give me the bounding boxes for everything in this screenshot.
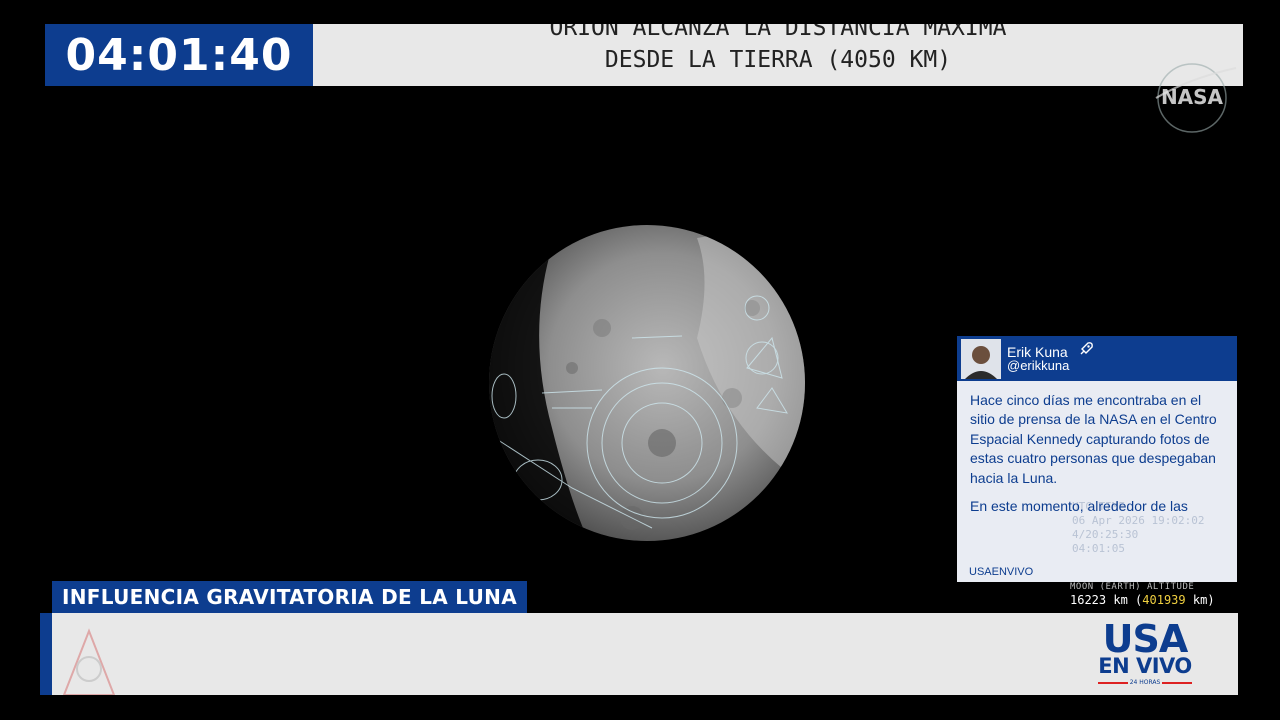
tweet-header: Erik Kuna @erikkuna (957, 336, 1237, 381)
telemetry-moon-altitude: 16223 (1070, 593, 1107, 607)
telemetry-label: MOON (EARTH) ALTITUDE (1070, 582, 1195, 592)
usa-en-vivo-logo: USA EN VIVO 24 HORAS (1090, 620, 1200, 690)
tweet-paragraph: Hace cinco días me encontraba en el siti… (970, 392, 1217, 486)
tweet-card: UTC TIME 06 Apr 2026 19:02:02 4/20:25:30… (957, 336, 1237, 582)
background-telemetry-line: 4/20:25:30 (1072, 528, 1139, 541)
telemetry-readout: MOON (EARTH) ALTITUDE 16223 km (401939 k… (1070, 582, 1215, 607)
top-banner: 04:01:40 ORION ALCANZA LA DISTANCIA MAXI… (45, 24, 1243, 86)
lower-third-label: INFLUENCIA GRAVITATORIA DE LA LUNA (52, 581, 527, 613)
telemetry-unit: km (1113, 593, 1128, 607)
lower-third-bar (40, 613, 1238, 696)
telemetry-unit: km (1192, 593, 1208, 607)
brand-line-1: USA (1102, 617, 1189, 661)
moon-image (482, 218, 812, 548)
tweet-body: Hace cinco días me encontraba en el siti… (970, 391, 1228, 525)
lower-third-accent (40, 613, 52, 695)
tweet-paragraph: En este momento, alrededor de las (970, 498, 1188, 515)
tweet-source: USAENVIVO (969, 566, 1034, 578)
headline-line-2: DESDE LA TIERRA (4050 KM) (604, 47, 952, 73)
headline: ORION ALCANZA LA DISTANCIA MAXIMA DESDE … (313, 24, 1243, 86)
telemetry-earth-altitude: 401939 (1142, 593, 1186, 607)
brand-line-2: EN VIVO (1098, 654, 1192, 678)
avatar (961, 339, 1001, 379)
nasa-logo: NASA (1150, 58, 1238, 138)
background-telemetry-line: 04:01:05 (1072, 542, 1125, 555)
mission-clock: 04:01:40 (65, 29, 293, 81)
tweet-author-handle: @erikkuna (1007, 358, 1070, 373)
telemetry-value: 16223 km (401939 km) (1070, 593, 1215, 607)
nasa-wordmark: NASA (1161, 85, 1224, 109)
headline-line-1: ORION ALCANZA LA DISTANCIA MAXIMA (549, 24, 1007, 41)
brand-line-3: 24 HORAS (1090, 679, 1200, 686)
mission-clock-box: 04:01:40 (45, 24, 313, 86)
rocket-icon (1078, 341, 1094, 360)
mission-patch-icon (54, 621, 124, 696)
lower-third-text: INFLUENCIA GRAVITATORIA DE LA LUNA (62, 585, 517, 609)
